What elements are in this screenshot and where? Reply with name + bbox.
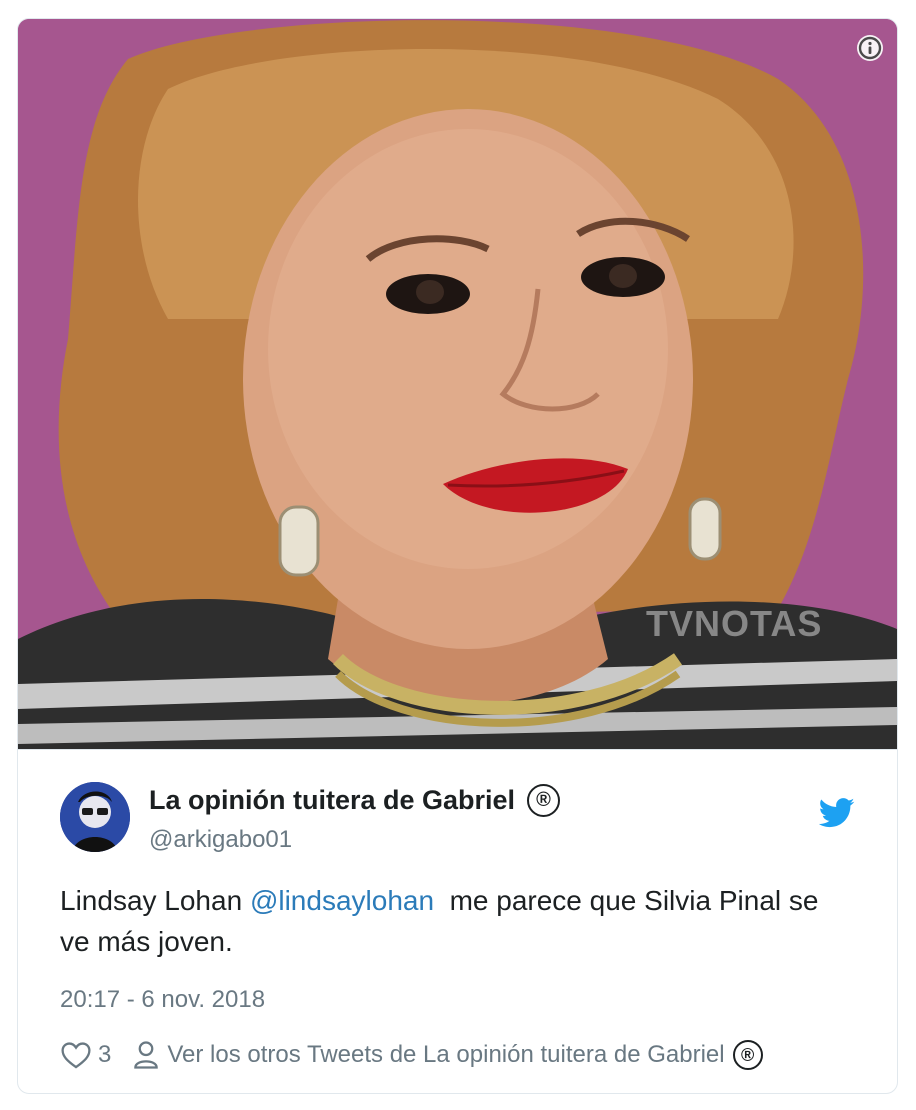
- tweet-text: Lindsay Lohan @lindsaylohan me parece qu…: [60, 880, 850, 962]
- author-name-row[interactable]: La opinión tuitera de Gabriel ®: [149, 784, 561, 817]
- avatar-image: [60, 782, 130, 852]
- tweet-actions: 3 Ver los otros Tweets de La opinión tui…: [60, 1038, 858, 1072]
- avatar[interactable]: [60, 782, 130, 852]
- tweet-body: La opinión tuitera de Gabriel ® @arkigab…: [18, 749, 897, 1093]
- more-tweets-label: Ver los otros Tweets de La opinión tuite…: [167, 1041, 725, 1068]
- author-name[interactable]: La opinión tuitera de Gabriel: [149, 785, 515, 816]
- like-count: 3: [98, 1041, 112, 1068]
- author-handle[interactable]: @arkigabo01: [149, 826, 292, 854]
- embedded-tweet-card: TVNOTAS La opinión tuitera de Gabriel ®: [17, 18, 898, 1094]
- tweet-text-start: Lindsay Lohan: [60, 885, 250, 916]
- registered-badge-truncated: ®: [732, 1040, 763, 1070]
- person-icon: [134, 1041, 159, 1069]
- like-button[interactable]: 3: [60, 1041, 111, 1069]
- tweet-photo[interactable]: TVNOTAS: [18, 19, 897, 749]
- heart-icon: [61, 1042, 91, 1069]
- twitter-bird-icon[interactable]: [818, 798, 855, 833]
- more-tweets-link[interactable]: Ver los otros Tweets de La opinión tuite…: [133, 1040, 763, 1070]
- tweet-timestamp[interactable]: 20:17 - 6 nov. 2018: [60, 986, 265, 1014]
- info-icon[interactable]: [857, 35, 883, 61]
- photo-watermark: TVNOTAS: [646, 603, 823, 644]
- mention-link[interactable]: @lindsaylohan: [250, 885, 434, 916]
- registered-badge: ®: [527, 784, 561, 817]
